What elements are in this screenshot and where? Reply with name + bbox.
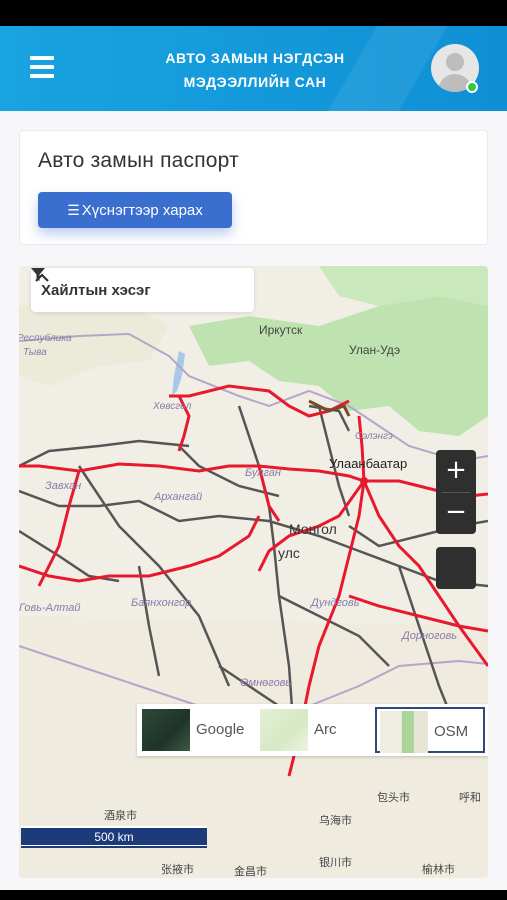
zoom-control: + − [436,450,476,534]
place-label: Завхан [45,480,81,492]
table-view-button[interactable]: ☰ Хүснэгтээр харах [38,192,232,228]
place-label: 呼和 [459,791,481,804]
list-icon: ☰ [67,202,80,218]
google-thumbnail [142,709,190,751]
place-label: 张掖市 [161,862,194,876]
osm-thumbnail [380,711,428,753]
app-container: АВТО ЗАМЫН НЭГДСЭН МЭДЭЭЛЛИЙН САН Авто з… [0,26,507,890]
place-label: Архангай [153,491,202,503]
map-scale-bar: 500 km [21,826,207,848]
place-label: Баянхонгор [131,597,191,609]
place-label: Булган [245,467,281,479]
zoom-out-button[interactable]: − [436,492,476,534]
place-label: 酒泉市 [104,808,137,822]
place-label: улс [278,545,300,561]
place-label: Республика [19,332,72,344]
place-label: Улаанбаатар [329,456,407,471]
place-label: Өмнөговь [240,677,291,689]
place-label: Говь-Алтай [19,602,81,614]
basemap-google[interactable]: Google [139,707,251,753]
place-label: 榆林市 [422,862,455,876]
place-label: Улан-Удэ [349,343,400,357]
place-label: Тыва [23,347,47,358]
online-status-dot [466,81,478,93]
screen: АВТО ЗАМЫН НЭГДСЭН МЭДЭЭЛЛИЙН САН Авто з… [0,0,507,900]
zoom-in-button[interactable]: + [436,450,476,492]
basemap-osm[interactable]: OSM [375,707,485,753]
arc-thumbnail [260,709,308,751]
place-label: 银川市 [319,855,352,869]
app-title-line2: МЭДЭЭЛЛИЙН САН [183,74,327,90]
basemap-arc[interactable]: Arc [257,707,369,753]
place-label: 包头市 [377,790,410,804]
passport-card: Авто замын паспорт ☰ Хүснэгтээр харах [19,130,488,245]
basemap-label: Google [196,721,245,738]
app-header: АВТО ЗАМЫН НЭГДСЭН МЭДЭЭЛЛИЙН САН [0,26,507,111]
basemap-switcher: Google Arc OSM [137,704,488,756]
user-avatar[interactable] [431,44,479,92]
forest-area [189,296,488,436]
place-label: Дундговь [309,597,360,609]
basemap-label: OSM [434,723,469,740]
search-panel: Хайлтын хэсэг [31,268,254,312]
place-label: 金昌市 [234,864,267,878]
city-marker [360,477,368,485]
road-map[interactable]: Иркутск Улан-Удэ Улаанбаатар Монгол улс … [19,266,488,878]
lake-khuvsgul [172,351,185,396]
app-title: АВТО ЗАМЫН НЭГДСЭН МЭДЭЭЛЛИЙН САН [130,46,380,94]
search-panel-label: Хайлтын хэсэг [41,282,151,299]
app-title-line1: АВТО ЗАМЫН НЭГДСЭН [165,50,345,66]
basemap-label: Arc [314,721,337,738]
place-label: Хөвсгөл [152,401,192,412]
place-label: 乌海市 [319,813,352,827]
table-view-label: Хүснэгтээр харах [81,202,203,219]
chevron-up-icon[interactable] [31,268,53,288]
map-canvas[interactable]: Иркутск Улан-Удэ Улаанбаатар Монгол улс … [19,266,488,878]
page-title: Авто замын паспорт [38,149,239,172]
place-label: Сэлэнгэ [355,431,393,442]
forest-area [319,266,488,306]
hamburger-menu-icon[interactable] [30,56,54,78]
place-label: Дорноговь [400,630,457,642]
place-label: Монгол [289,521,337,537]
place-label: Иркутск [259,323,303,337]
scale-label: 500 km [94,830,134,844]
layer-switch-button[interactable] [436,547,476,589]
